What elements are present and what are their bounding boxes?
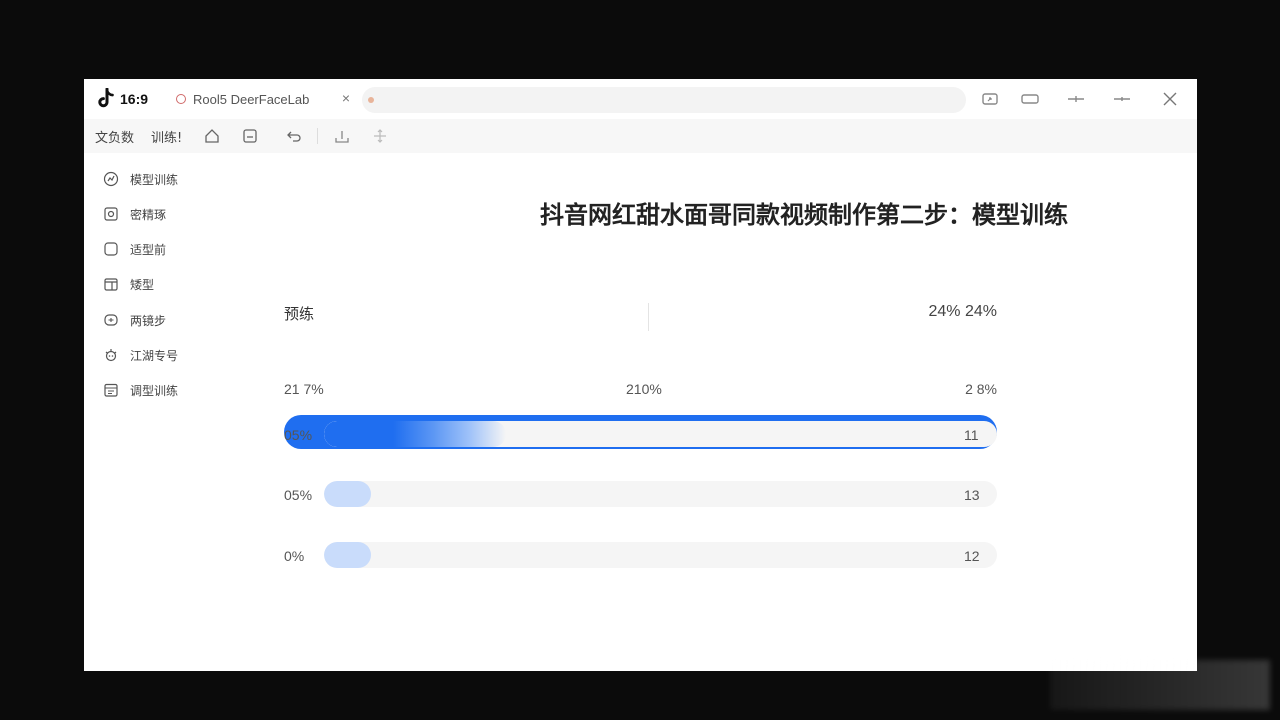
tab-close-icon[interactable]: × <box>342 90 350 106</box>
sidebar-item-label: 调型训练 <box>130 383 179 398</box>
window-icon[interactable] <box>240 126 260 146</box>
app-window: 16:9 Rool5 DeerFaceLab × 文负数 训练! 模型训练 密精… <box>84 79 1197 671</box>
section-label: 预练 <box>284 305 315 323</box>
row-progress-bar <box>324 421 997 447</box>
undo-icon[interactable] <box>284 126 304 146</box>
sidebar-item-5[interactable]: 两镜步 <box>102 309 166 331</box>
sidebar-item-label: 模型训练 <box>130 172 179 187</box>
row-percent: 05% <box>284 427 313 443</box>
minimize-icon[interactable] <box>1112 89 1132 109</box>
scale-mid-label: 210% <box>626 381 662 397</box>
upload-icon[interactable] <box>332 126 352 146</box>
box-icon <box>102 275 120 293</box>
address-bar[interactable] <box>362 87 966 113</box>
address-status-dot <box>368 97 374 103</box>
screenshot-icon[interactable] <box>980 89 1000 109</box>
tiktok-logo-icon <box>98 88 114 108</box>
menu-file[interactable]: 文负数 <box>95 127 134 146</box>
row-percent: 0% <box>284 548 305 564</box>
scale-right-label: 2 8% <box>965 381 997 397</box>
pin-icon[interactable] <box>1066 89 1086 109</box>
sidebar-item-label: 两镜步 <box>130 313 167 328</box>
image-icon <box>102 205 120 223</box>
square-icon <box>102 240 120 258</box>
sidebar: 模型训练 密精琢 适型前 矮型 两镜步 江湖专号 调型训练 <box>84 153 244 671</box>
sidebar-item-label: 矮型 <box>130 277 155 292</box>
sidebar-item-model-training[interactable]: 模型训练 <box>102 168 178 190</box>
row-value: 12 <box>964 548 980 564</box>
row-value: 11 <box>964 427 979 443</box>
brand: 16:9 <box>96 88 148 110</box>
title-bar: 16:9 Rool5 DeerFaceLab × <box>84 79 1197 119</box>
gear-icon <box>102 346 120 364</box>
toolbar: 文负数 训练! <box>84 119 1197 153</box>
toolbar-separator <box>317 128 318 144</box>
main-content: 抖音网红甜水面哥同款视频制作第二步：模型训练 预练 24% 24% 21 7% … <box>244 153 1197 671</box>
close-window-icon[interactable] <box>1160 89 1180 109</box>
sidebar-item-label: 适型前 <box>130 242 167 257</box>
aspect-ratio-label: 16:9 <box>120 91 149 107</box>
sidebar-item-6[interactable]: 江湖专号 <box>102 344 178 366</box>
row-progress-bar <box>324 542 997 568</box>
row-percent: 05% <box>284 487 313 503</box>
sidebar-item-2[interactable]: 密精琢 <box>102 203 166 225</box>
face-icon <box>102 311 120 329</box>
chart-icon <box>102 170 120 188</box>
scale-left-label: 21 7% <box>284 381 324 397</box>
page-title: 抖音网红甜水面哥同款视频制作第二步：模型训练 <box>540 201 1068 229</box>
browser-tab[interactable]: Rool5 DeerFaceLab × <box>166 85 356 113</box>
home-icon[interactable] <box>202 126 222 146</box>
sidebar-item-label: 江湖专号 <box>130 348 179 363</box>
row-progress-fill <box>324 481 372 507</box>
row-value: 13 <box>964 487 980 503</box>
tab-title: Rool5 DeerFaceLab <box>193 91 310 107</box>
sidebar-item-label: 密精琢 <box>130 207 167 222</box>
menu-train[interactable]: 训练! <box>151 127 182 146</box>
restore-icon[interactable] <box>1020 89 1040 109</box>
row-progress-fill <box>324 542 372 568</box>
sidebar-item-3[interactable]: 适型前 <box>102 238 166 260</box>
calendar-icon <box>102 381 120 399</box>
move-icon[interactable] <box>370 126 390 146</box>
top-right-percent: 24% 24% <box>928 303 998 320</box>
sidebar-item-4[interactable]: 矮型 <box>102 273 154 295</box>
sidebar-item-7[interactable]: 调型训练 <box>102 379 178 401</box>
section-divider <box>648 303 649 331</box>
row-progress-fill <box>324 421 506 447</box>
watermark <box>1050 660 1270 710</box>
tab-favicon-icon <box>176 94 186 104</box>
row-progress-bar <box>324 481 997 507</box>
